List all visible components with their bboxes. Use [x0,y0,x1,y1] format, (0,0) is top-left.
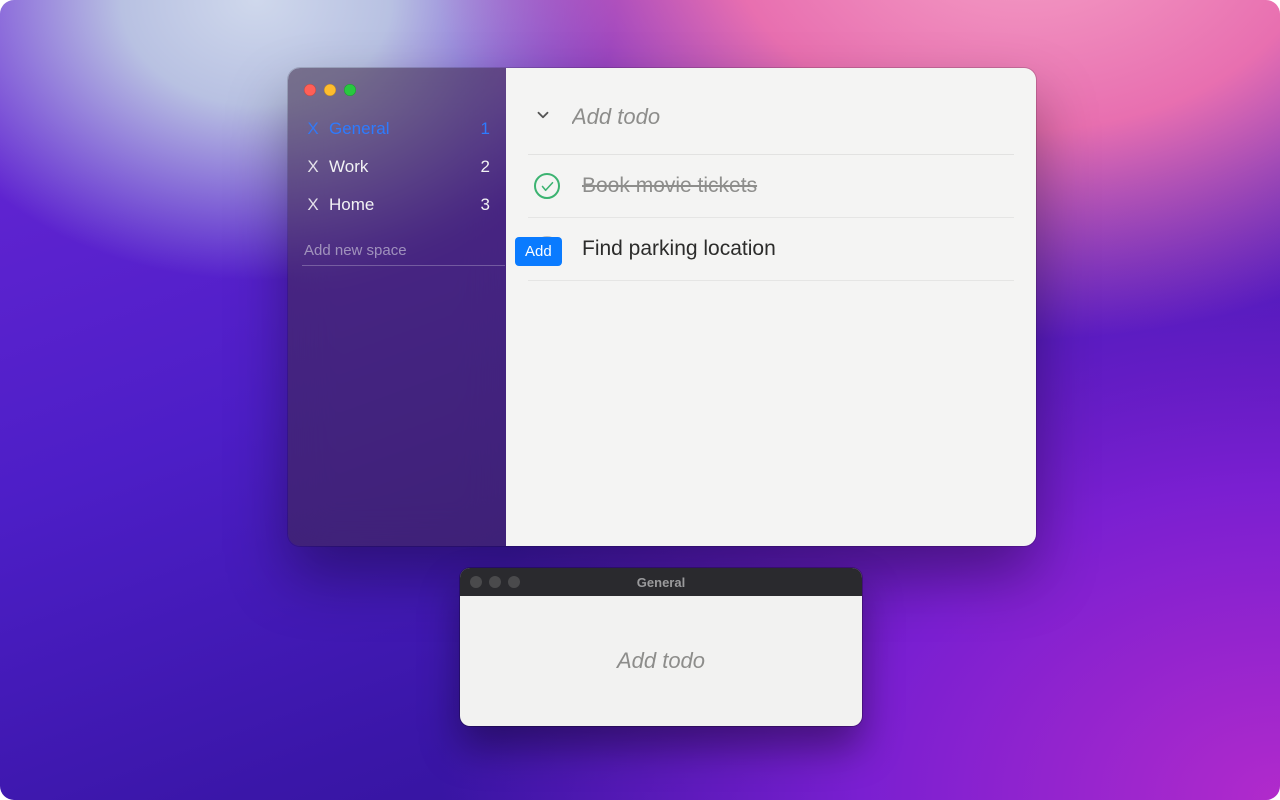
todo-app-window: X General 1 X Work 2 X Home 3 Add [288,68,1036,546]
add-todo-input[interactable] [572,104,1008,130]
add-space-input[interactable] [302,236,505,266]
add-space-row: Add [302,236,494,266]
sidebar-item-count: 2 [481,157,490,177]
sidebar-item-general[interactable]: X General 1 [302,110,494,148]
minimize-window-button[interactable] [324,84,336,96]
mini-window-title: General [637,575,685,590]
add-space-button[interactable]: Add [515,237,562,266]
sidebar: X General 1 X Work 2 X Home 3 Add [288,68,506,546]
close-window-button[interactable] [304,84,316,96]
zoom-window-button[interactable] [508,576,520,588]
sidebar-item-label: General [329,119,389,139]
sidebar-item-work[interactable]: X Work 2 [302,148,494,186]
quick-add-window: General [460,568,862,726]
delete-space-icon[interactable]: X [306,157,320,177]
todo-text: Find parking location [582,237,776,261]
sidebar-item-label: Home [329,195,374,215]
zoom-window-button[interactable] [344,84,356,96]
window-controls-inactive [470,576,520,588]
sidebar-item-label: Work [329,157,368,177]
todo-checkbox-checked[interactable] [534,173,560,199]
quick-add-todo-input[interactable] [490,648,832,674]
todo-item[interactable]: Book movie tickets [528,155,1014,218]
sidebar-item-count: 3 [481,195,490,215]
delete-space-icon[interactable]: X [306,195,320,215]
delete-space-icon[interactable]: X [306,119,320,139]
window-controls [302,82,494,110]
minimize-window-button[interactable] [489,576,501,588]
add-todo-row [528,94,1014,155]
sidebar-item-home[interactable]: X Home 3 [302,186,494,224]
sidebar-item-count: 1 [481,119,490,139]
close-window-button[interactable] [470,576,482,588]
main-content: Book movie tickets Find parking location [506,68,1036,546]
todo-text: Book movie tickets [582,174,757,198]
chevron-down-icon[interactable] [534,106,552,129]
todo-item[interactable]: Find parking location [528,218,1014,281]
mini-window-body [460,596,862,726]
mini-window-titlebar[interactable]: General [460,568,862,596]
